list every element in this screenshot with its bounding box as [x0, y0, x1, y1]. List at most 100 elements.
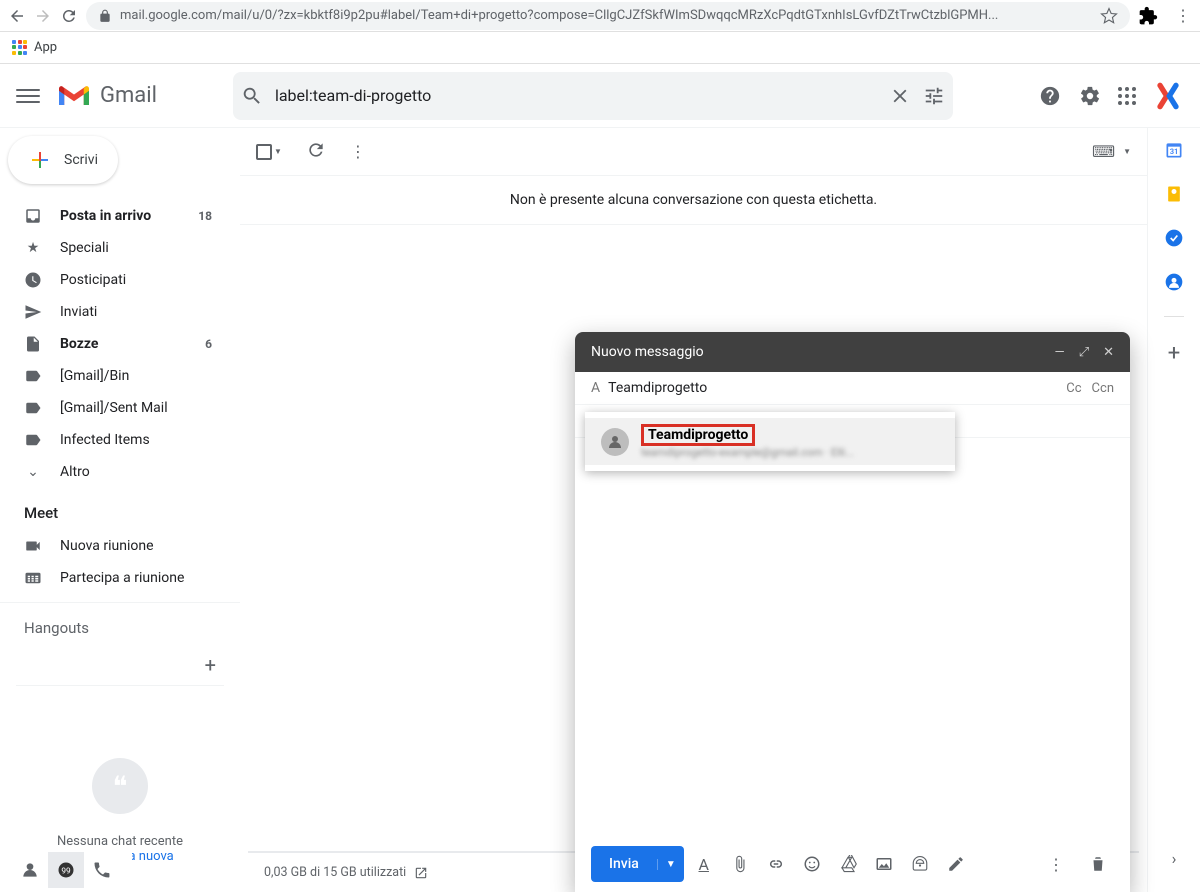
infected-label: Infected Items — [60, 432, 150, 448]
to-field[interactable]: A Cc Ccn Teamdiprogetto teamdiprogetto-e… — [575, 372, 1130, 405]
suggestion-item[interactable]: Teamdiprogetto teamdiprogetto-example@gm… — [585, 418, 955, 465]
search-options-icon[interactable] — [923, 85, 945, 107]
compose-title: Nuovo messaggio — [591, 344, 704, 360]
cc-button[interactable]: Cc — [1066, 381, 1081, 396]
contacts-icon[interactable] — [1164, 272, 1184, 292]
google-apps-icon[interactable] — [1118, 87, 1136, 105]
gmail-logo[interactable]: Gmail — [56, 82, 157, 110]
apps-grid-icon — [12, 40, 28, 56]
sidebar-item-snoozed[interactable]: Posticipati — [0, 264, 224, 296]
sidebar-item-more[interactable]: ⌄ Altro — [0, 456, 224, 488]
select-checkbox[interactable]: ▼ — [256, 144, 282, 160]
chevron-down-icon: ⌄ — [24, 463, 42, 481]
sidebar-item-sentmail[interactable]: [Gmail]/Sent Mail — [0, 392, 224, 424]
send-button[interactable]: Invia ▼ — [591, 846, 684, 882]
external-link-icon[interactable] — [414, 866, 428, 880]
support-icon[interactable] — [1038, 84, 1062, 108]
snoozed-label: Posticipati — [60, 272, 126, 288]
compose-toolbar: Invia ▼ A ⋮ — [575, 836, 1130, 892]
sentmail-label: [Gmail]/Sent Mail — [60, 400, 168, 416]
clear-search-icon[interactable] — [889, 85, 911, 107]
pen-icon[interactable] — [946, 854, 966, 874]
tasks-icon[interactable] — [1164, 228, 1184, 248]
search-box[interactable] — [233, 72, 953, 120]
label-icon — [24, 399, 42, 417]
input-dropdown-icon[interactable]: ▼ — [1123, 147, 1131, 156]
search-input[interactable] — [275, 86, 877, 105]
delete-draft-icon[interactable] — [1088, 854, 1108, 874]
more-button[interactable]: ⋮ — [350, 142, 366, 161]
drive-icon[interactable] — [838, 854, 858, 874]
bin-label: [Gmail]/Bin — [60, 368, 129, 384]
chrome-apps-bookmark[interactable]: App — [12, 40, 57, 56]
label-icon — [24, 431, 42, 449]
back-button[interactable] — [8, 7, 26, 25]
hangouts-heading: Hangouts — [0, 603, 240, 645]
empty-state-message: Non è presente alcuna conversazione con … — [240, 176, 1147, 225]
more-options-icon[interactable]: ⋮ — [1046, 854, 1066, 874]
star-icon[interactable] — [1100, 7, 1118, 25]
format-icon[interactable]: A — [694, 854, 714, 874]
close-icon[interactable]: ✕ — [1103, 345, 1114, 360]
emoji-icon[interactable] — [802, 854, 822, 874]
sidebar-item-inbox[interactable]: Posta in arrivo 18 — [0, 200, 224, 232]
person-icon — [601, 428, 629, 456]
input-tool-icon[interactable]: ⌨ — [1092, 142, 1115, 161]
sidebar-item-sent[interactable]: Inviati — [0, 296, 224, 328]
suggestion-name: Teamdiprogetto — [641, 424, 755, 446]
main-menu-button[interactable] — [16, 84, 40, 108]
confidential-icon[interactable] — [910, 854, 930, 874]
right-sidebar: 31 + › — [1148, 128, 1200, 892]
bookmarks-bar: App — [0, 32, 1200, 64]
hangouts-status-icon[interactable]: 99 — [48, 852, 84, 888]
phone-status-icon[interactable] — [84, 852, 120, 888]
send-label: Invia — [591, 856, 657, 872]
fullscreen-icon[interactable]: ⤢ — [1079, 345, 1089, 360]
add-chat-icon[interactable]: + — [205, 653, 216, 677]
sidebar: Scrivi Posta in arrivo 18 ★ Speciali Pos… — [0, 128, 240, 892]
attach-icon[interactable] — [730, 854, 750, 874]
refresh-button[interactable] — [306, 140, 326, 164]
link-icon[interactable] — [766, 854, 786, 874]
collapse-rail-icon[interactable]: › — [1160, 837, 1189, 880]
compose-label: Scrivi — [64, 152, 98, 168]
reload-button[interactable] — [60, 7, 78, 25]
settings-icon[interactable] — [1078, 84, 1102, 108]
sidebar-item-join-meeting[interactable]: Partecipa a riunione — [0, 562, 224, 594]
search-icon[interactable] — [241, 85, 263, 107]
compose-header[interactable]: Nuovo messaggio — ⤢ ✕ — [575, 332, 1130, 372]
gmail-m-icon — [56, 82, 92, 110]
star-icon: ★ — [24, 239, 42, 257]
browser-toolbar: mail.google.com/mail/u/0/?zx=kbktf8i9p2p… — [0, 0, 1200, 32]
profile-status-icon[interactable] — [12, 852, 48, 888]
sidebar-item-starred[interactable]: ★ Speciali — [0, 232, 224, 264]
checkbox-icon — [256, 144, 272, 160]
minimize-icon[interactable]: — — [1055, 345, 1065, 360]
to-input[interactable] — [608, 380, 1058, 396]
forward-button[interactable] — [34, 7, 52, 25]
plus-icon — [28, 148, 52, 172]
gmail-header: Gmail — [0, 64, 1200, 128]
keep-icon[interactable] — [1164, 184, 1184, 204]
inbox-label: Posta in arrivo — [60, 208, 151, 224]
compose-body[interactable] — [575, 438, 1130, 836]
meet-heading: Meet — [0, 488, 240, 530]
storage-text: 0,03 GB di 15 GB utilizzati — [264, 865, 406, 880]
url-bar[interactable]: mail.google.com/mail/u/0/?zx=kbktf8i9p2p… — [86, 2, 1130, 30]
clock-icon — [24, 271, 42, 289]
extensions-icon[interactable] — [1138, 6, 1158, 26]
more-label: Altro — [60, 464, 90, 480]
account-icon[interactable] — [1152, 80, 1184, 112]
sidebar-item-bin[interactable]: [Gmail]/Bin — [0, 360, 224, 392]
calendar-icon[interactable]: 31 — [1164, 140, 1184, 160]
add-addon-icon[interactable]: + — [1168, 341, 1180, 366]
compose-button[interactable]: Scrivi — [8, 136, 118, 184]
sidebar-item-new-meeting[interactable]: Nuova riunione — [0, 530, 224, 562]
image-icon[interactable] — [874, 854, 894, 874]
sidebar-item-infected[interactable]: Infected Items — [0, 424, 224, 456]
browser-menu-icon[interactable]: ⋮ — [1174, 7, 1192, 25]
mail-toolbar: ▼ ⋮ ⌨ ▼ — [240, 128, 1147, 176]
sidebar-item-drafts[interactable]: Bozze 6 — [0, 328, 224, 360]
send-dropdown-icon[interactable]: ▼ — [657, 859, 684, 870]
bcc-button[interactable]: Ccn — [1092, 381, 1114, 396]
